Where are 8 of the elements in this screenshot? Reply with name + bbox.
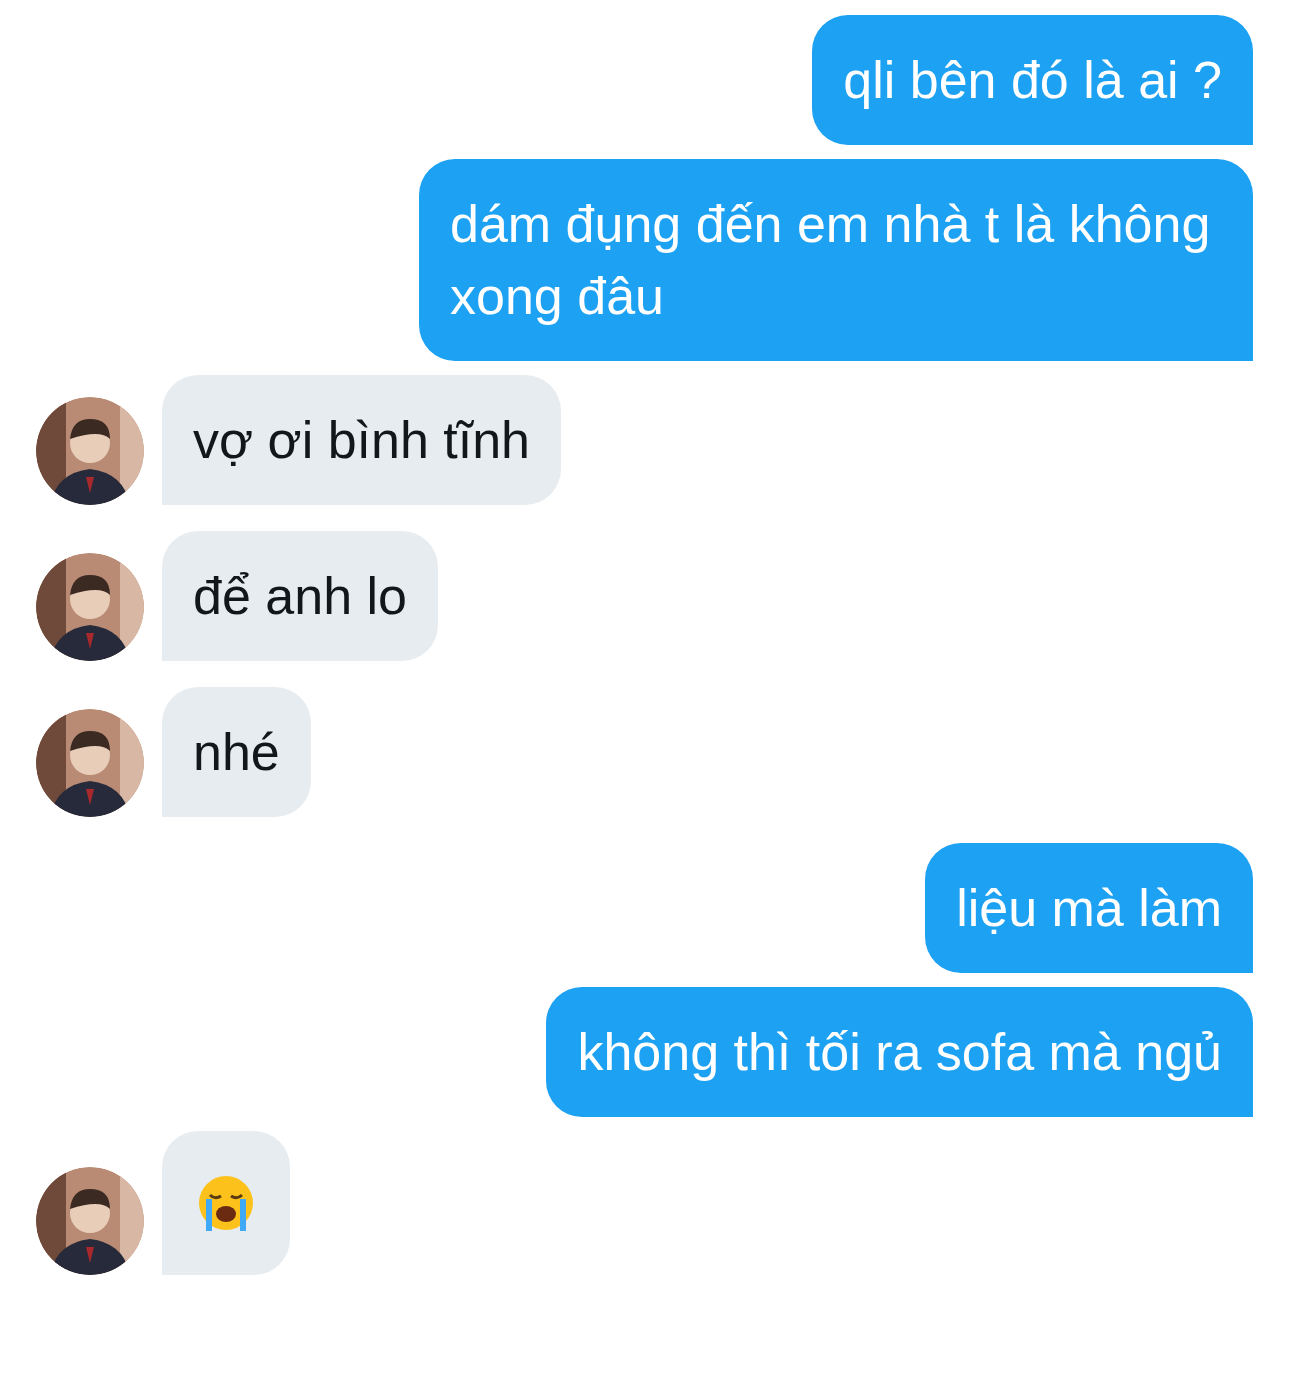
message-bubble: qli bên đó là ai ? xyxy=(812,15,1253,145)
message-bubble: liệu mà làm xyxy=(925,843,1253,973)
message-bubble: vợ ơi bình tĩnh xyxy=(162,375,562,505)
message-bubble: không thì tối ra sofa mà ngủ xyxy=(546,987,1253,1117)
message-bubble: dám đụng đến em nhà t là không xong đâu xyxy=(419,159,1253,361)
message-bubble: nhé xyxy=(162,687,311,817)
crying-face-icon xyxy=(196,1173,256,1233)
message-bubble: để anh lo xyxy=(162,531,438,661)
